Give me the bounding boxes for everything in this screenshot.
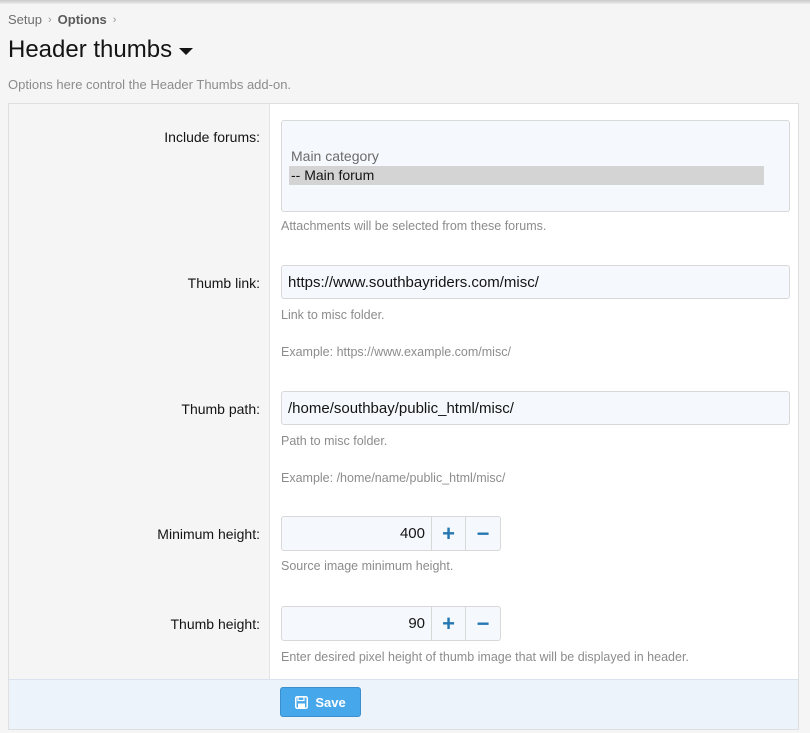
page-title[interactable]: Header thumbs (8, 36, 194, 64)
breadcrumb-separator-icon: › (112, 13, 117, 26)
save-icon (295, 695, 309, 709)
thumb-path-input[interactable]: /home/southbay/public_html/misc/ (281, 391, 790, 425)
form-submit-row: Save (9, 679, 798, 729)
thumb-link-input[interactable]: https://www.southbayriders.com/misc/ (281, 265, 790, 299)
minimum-height-input[interactable]: 400 (282, 517, 432, 550)
save-button[interactable]: Save (280, 687, 361, 717)
minimum-height-explain: Source image minimum height. (281, 559, 454, 573)
thumb-path-explain: Path to misc folder. (281, 434, 388, 448)
window-top-edge (0, 0, 810, 4)
thumb-height-plus-icon[interactable]: + (432, 607, 466, 640)
thumb-height-input[interactable]: 90 (282, 607, 432, 640)
optgroup-main-category: Main category (291, 148, 379, 164)
options-form: Include forums: Main category -- Main fo… (8, 103, 799, 730)
page-description: Options here control the Header Thumbs a… (8, 77, 292, 92)
thumb-link-explain: Link to misc folder. (281, 308, 385, 322)
thumb-link-label: Thumb link: (187, 275, 260, 291)
breadcrumb: Setup › Options › (8, 12, 122, 27)
thumb-height-stepper: 90 + − (281, 606, 501, 641)
thumb-path-example: Example: /home/name/public_html/misc/ (281, 471, 506, 485)
caret-down-icon[interactable] (179, 48, 194, 55)
breadcrumb-item-options[interactable]: Options (58, 12, 107, 27)
thumb-height-minus-icon[interactable]: − (466, 607, 500, 640)
option-main-forum[interactable]: -- Main forum (289, 166, 764, 185)
minimum-height-label: Minimum height: (157, 526, 260, 542)
include-forums-explain: Attachments will be selected from these … (281, 219, 547, 233)
minimum-height-stepper: 400 + − (281, 516, 501, 551)
save-button-label: Save (315, 694, 346, 710)
minimum-height-minus-icon[interactable]: − (466, 517, 500, 550)
breadcrumb-separator-icon: › (47, 13, 52, 26)
thumb-height-label: Thumb height: (170, 616, 261, 632)
label-column (9, 104, 270, 679)
breadcrumb-item-setup[interactable]: Setup (8, 12, 42, 27)
thumb-link-example: Example: https://www.example.com/misc/ (281, 345, 511, 359)
minimum-height-plus-icon[interactable]: + (432, 517, 466, 550)
page-title-text: Header thumbs (8, 36, 173, 63)
thumb-height-explain: Enter desired pixel height of thumb imag… (281, 650, 689, 664)
include-forums-select[interactable]: Main category -- Main forum (281, 120, 790, 212)
thumb-path-label: Thumb path: (181, 401, 260, 417)
include-forums-label: Include forums: (164, 129, 260, 145)
